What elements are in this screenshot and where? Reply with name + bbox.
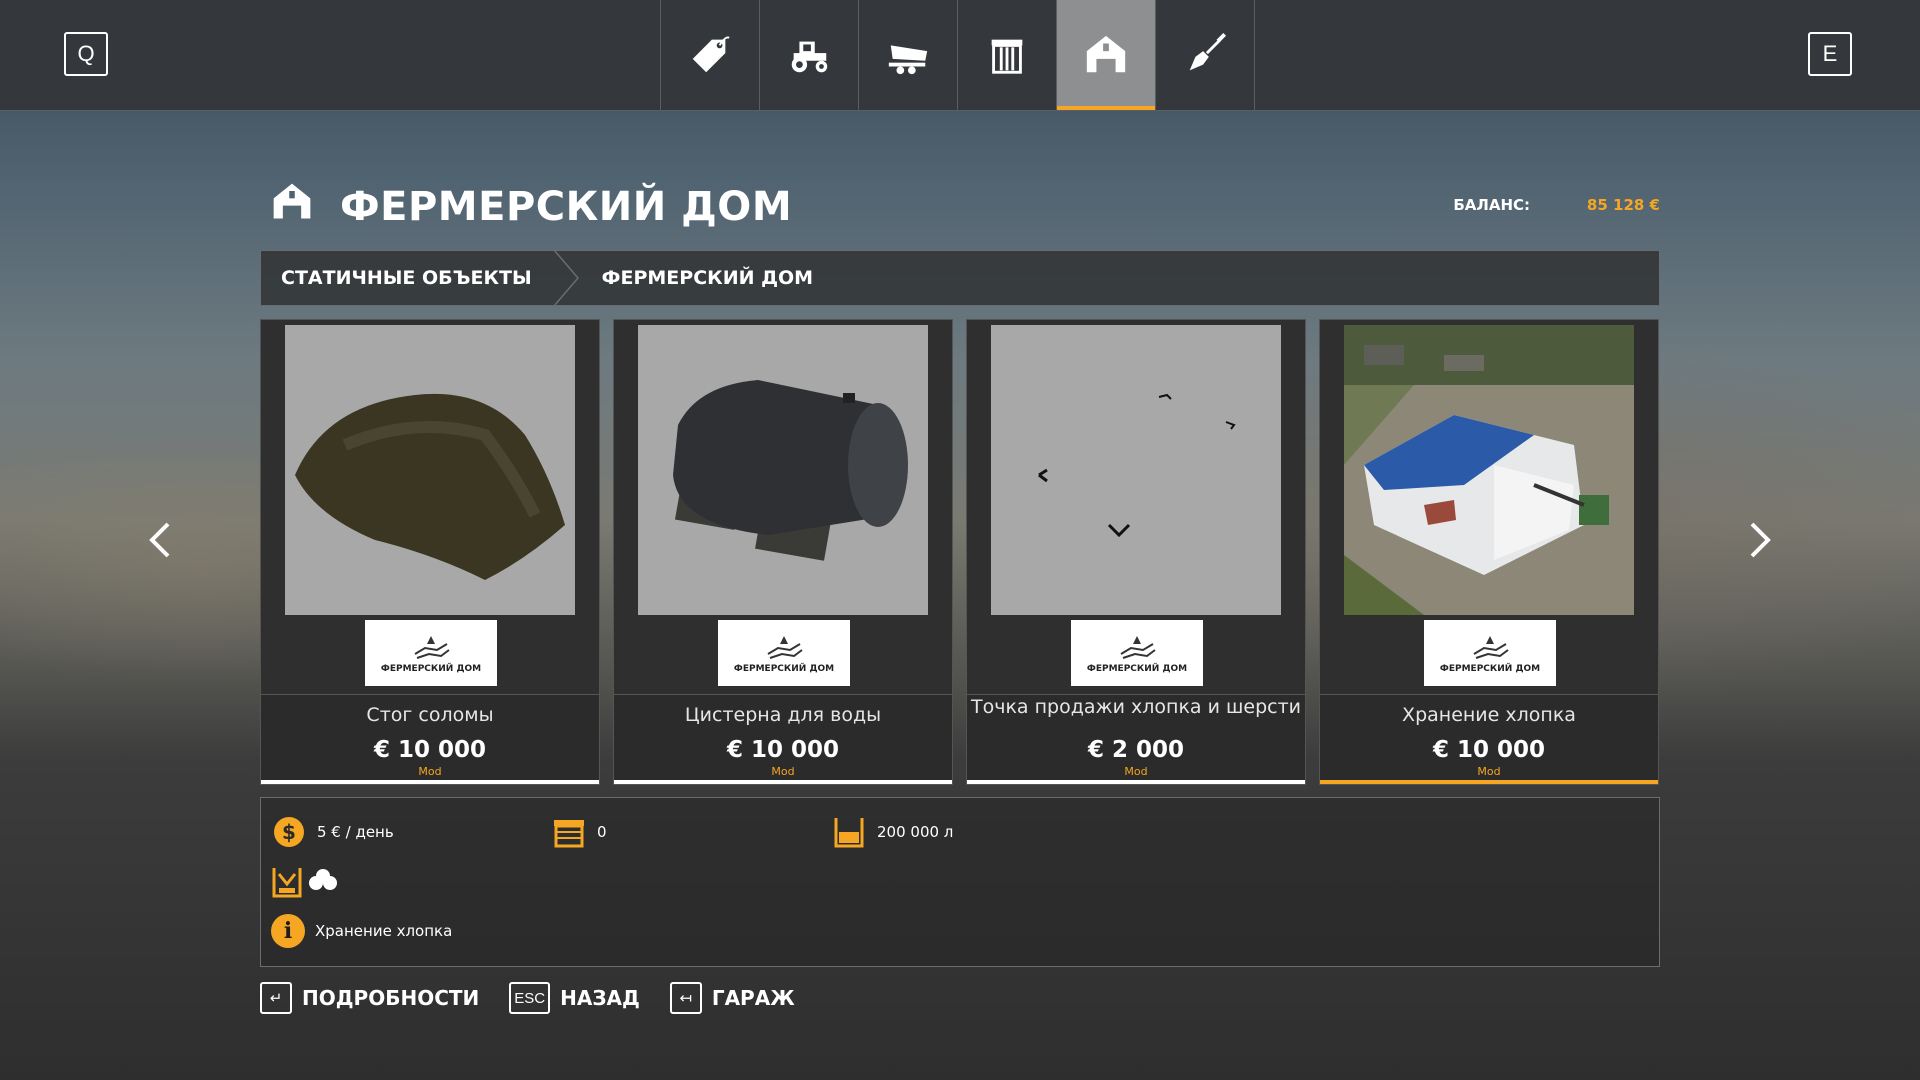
brand-name: ФЕРМЕРСКИЙ ДОМ <box>733 664 835 674</box>
tab-storage[interactable] <box>958 0 1057 110</box>
esc-key-icon: ESC <box>509 982 551 1014</box>
info-icon: i <box>271 914 305 948</box>
item-price: € 10 000 <box>373 737 487 763</box>
backspace-key-icon: ↤ <box>669 982 702 1014</box>
footer-actions: ↵ ПОДРОБНОСТИ ESC НАЗАД ↤ ГАРАЖ <box>260 978 825 1018</box>
prev-category-key[interactable]: Q <box>64 32 108 76</box>
tab-landscaping[interactable] <box>1156 0 1255 110</box>
top-bar: Q E <box>0 0 1920 111</box>
card-underline <box>967 780 1305 784</box>
item-price: € 10 000 <box>726 737 840 763</box>
item-price: € 10 000 <box>1432 737 1546 763</box>
brand-name: ФЕРМЕРСКИЙ ДОМ <box>1439 664 1541 674</box>
tab-vehicles[interactable] <box>760 0 859 110</box>
silo-icon <box>991 39 1023 74</box>
trailer-icon <box>888 45 928 75</box>
card-underline-selected <box>1320 780 1658 784</box>
item-name: Цистерна для воды <box>684 704 882 726</box>
storage-icon <box>272 868 302 898</box>
slots-value: 0 <box>597 823 607 841</box>
hands-icon <box>1473 636 1509 659</box>
hands-icon <box>767 636 803 659</box>
brand-name: ФЕРМЕРСКИЙ ДОМ <box>1086 664 1188 674</box>
description-text: Хранение хлопка <box>315 922 453 940</box>
item-carousel: ФЕРМЕРСКИЙ ДОМ Стог соломы € 10 000 Mod <box>260 319 1660 785</box>
item-card[interactable]: ФЕРМЕРСКИЙ ДОМ Стог соломы € 10 000 Mod <box>260 319 600 785</box>
breadcrumb-item-static-objects[interactable]: СТАТИЧНЫЕ ОБЪЕКТЫ <box>261 267 552 289</box>
item-description: i Хранение хлопка <box>271 914 452 948</box>
chevron-right-icon <box>553 250 579 306</box>
item-card[interactable]: ФЕРМЕРСКИЙ ДОМ Точка продажи хлопка и ше… <box>966 319 1306 785</box>
farmhouse-icon <box>273 183 311 219</box>
details-label: ПОДРОБНОСТИ <box>302 986 480 1010</box>
item-image-cotton-storage <box>1344 325 1634 615</box>
container-icon <box>834 818 864 848</box>
category-tabs <box>660 0 1255 110</box>
details-button[interactable]: ↵ ПОДРОБНОСТИ <box>260 982 479 1014</box>
hands-icon <box>1120 636 1156 659</box>
mod-tag: Mod <box>1477 765 1501 778</box>
brand-logo: ФЕРМЕРСКИЙ ДОМ <box>718 620 850 686</box>
farmhouse-icon <box>1086 35 1126 73</box>
item-card[interactable]: ФЕРМЕРСКИЙ ДОМ Цистерна для воды € 10 00… <box>613 319 953 785</box>
brand-name: ФЕРМЕРСКИЙ ДОМ <box>380 664 482 674</box>
slots-stat: 0 <box>551 814 607 850</box>
tab-farmhouse[interactable] <box>1057 0 1156 110</box>
item-name: Стог соломы <box>366 704 494 726</box>
item-info: Цистерна для воды € 10 000 Mod <box>614 694 952 781</box>
page-header: ФЕРМЕРСКИЙ ДОМ БАЛАНС: 85 128 € <box>270 180 1660 240</box>
shed-icon <box>554 820 584 848</box>
item-image-cotton-sell-point <box>991 325 1281 615</box>
next-category-key[interactable]: E <box>1808 32 1852 76</box>
brand-logo: ФЕРМЕРСКИЙ ДОМ <box>1071 620 1203 686</box>
brand-logo: ФЕРМЕРСКИЙ ДОМ <box>1424 620 1556 686</box>
tab-sales[interactable] <box>661 0 760 110</box>
brand-logo: ФЕРМЕРСКИЙ ДОМ <box>365 620 497 686</box>
upkeep-value: 5 € / день <box>317 823 394 841</box>
item-name: Точка продажи хлопка и шерсти <box>971 696 1301 718</box>
item-card[interactable]: ФЕРМЕРСКИЙ ДОМ Хранение хлопка € 10 000 … <box>1319 319 1659 785</box>
item-info: Точка продажи хлопка и шерсти € 2 000 Mo… <box>967 694 1305 781</box>
breadcrumb-item-farmhouse: ФЕРМЕРСКИЙ ДОМ <box>601 267 814 289</box>
breadcrumb: СТАТИЧНЫЕ ОБЪЕКТЫ ФЕРМЕРСКИЙ ДОМ <box>260 250 1660 306</box>
cotton-icon <box>309 869 337 898</box>
chevron-left-icon[interactable] <box>142 520 182 560</box>
card-underline <box>261 780 599 784</box>
back-label: НАЗАД <box>560 986 640 1010</box>
upkeep-stat: $ 5 € / день <box>271 814 394 850</box>
mod-tag: Mod <box>1124 765 1148 778</box>
chevron-right-icon[interactable] <box>1738 520 1778 560</box>
coin-icon: $ <box>274 817 304 847</box>
mod-tag: Mod <box>771 765 795 778</box>
balance-label: БАЛАНС: <box>1453 196 1530 214</box>
balance-value: 85 128 € <box>1586 196 1660 214</box>
price-tag-icon <box>692 36 730 73</box>
item-info: Хранение хлопка € 10 000 Mod <box>1320 694 1658 781</box>
garage-label: ГАРАЖ <box>711 986 795 1010</box>
mod-tag: Mod <box>418 765 442 778</box>
fill-types <box>271 864 343 900</box>
capacity-value: 200 000 л <box>877 823 954 841</box>
capacity-stat: 200 000 л <box>831 814 953 850</box>
svg-text:$: $ <box>282 820 296 844</box>
card-underline <box>614 780 952 784</box>
shovel-icon <box>1189 33 1227 71</box>
tractor-icon <box>791 41 828 73</box>
tab-tools[interactable] <box>859 0 958 110</box>
item-image-water-tank <box>638 325 928 615</box>
enter-key-icon: ↵ <box>260 982 292 1014</box>
back-button[interactable]: ESC НАЗАД <box>509 982 640 1014</box>
item-price: € 2 000 <box>1087 737 1185 763</box>
item-image-straw-stack <box>285 325 575 615</box>
item-details-panel: $ 5 € / день 0 200 000 л i Хранение хлоп… <box>260 797 1660 967</box>
item-info: Стог соломы € 10 000 Mod <box>261 694 599 781</box>
page-title: ФЕРМЕРСКИЙ ДОМ <box>340 184 793 230</box>
garage-button[interactable]: ↤ ГАРАЖ <box>669 982 795 1014</box>
hands-icon <box>414 636 450 659</box>
item-name: Хранение хлопка <box>1402 704 1576 726</box>
